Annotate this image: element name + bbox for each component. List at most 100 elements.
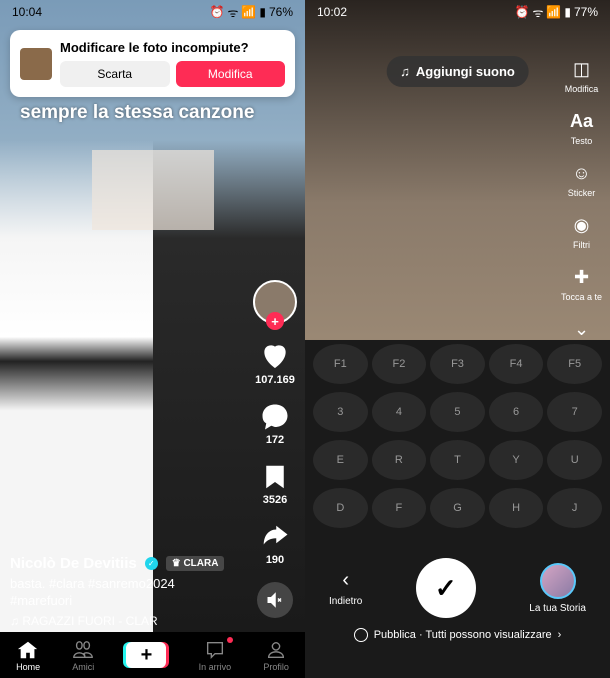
key: E xyxy=(313,440,368,480)
mute-button[interactable] xyxy=(257,582,293,618)
comment-count: 172 xyxy=(266,434,284,446)
bookmark-button[interactable]: 3526 xyxy=(260,462,290,506)
nav-profile-label: Profilo xyxy=(263,662,289,672)
avatar-icon: + xyxy=(253,280,297,324)
battery-icon: ▮ xyxy=(564,5,571,19)
wifi-icon: ᯤ xyxy=(532,4,543,21)
alarm-icon: ⏰ xyxy=(514,5,529,19)
yourturn-icon: ✚ xyxy=(568,264,594,290)
tool-more[interactable]: ⌄ xyxy=(568,316,594,342)
signal-icon: 📶 xyxy=(241,5,256,19)
editor-tools: ◫ Modifica Aa Testo ☺ Sticker ◉ Filtri ✚… xyxy=(561,56,602,342)
action-rail: + 107.169 172 3526 190 xyxy=(253,280,297,618)
check-icon: ✓ xyxy=(435,573,457,604)
key: T xyxy=(430,440,485,480)
battery-pct: 76% xyxy=(269,5,293,19)
nav-friends-label: Amici xyxy=(72,662,94,672)
nav-profile[interactable]: Profilo xyxy=(263,639,289,672)
nav-home[interactable]: Home xyxy=(16,639,40,672)
tool-text[interactable]: Aa Testo xyxy=(568,108,594,146)
key: F1 xyxy=(313,344,368,384)
status-bar: 10:04 ⏰ ᯤ 📶 ▮ 76% xyxy=(0,0,305,24)
like-button[interactable]: 107.169 xyxy=(255,340,295,386)
music-note-icon: ♫ xyxy=(400,64,410,79)
comment-icon xyxy=(260,402,290,432)
chevron-right-icon: › xyxy=(558,629,562,641)
add-sound-button[interactable]: ♫ Aggiungi suono xyxy=(386,56,529,87)
status-icons: ⏰ ᯤ 📶 ▮ 77% xyxy=(514,4,598,21)
sticker-icon: ☺ xyxy=(568,160,594,186)
publish-privacy-row[interactable]: Pubblica · Tutti possono visualizzare › xyxy=(305,628,610,642)
bookmark-icon xyxy=(260,462,290,492)
heart-icon xyxy=(259,340,291,372)
key: R xyxy=(372,440,427,480)
follow-plus-icon[interactable]: + xyxy=(266,312,284,330)
create-button[interactable]: + xyxy=(126,642,166,668)
nav-inbox[interactable]: In arrivo xyxy=(199,639,232,672)
video-info: Nicolò De Devitiis ✓ ♛ CLARA basta. #cla… xyxy=(10,555,235,628)
chevron-down-icon: ⌄ xyxy=(568,316,594,342)
music-label: ♫ RAGAZZI FUORI - CLAR xyxy=(10,614,158,628)
alarm-icon: ⏰ xyxy=(209,5,224,19)
back-button[interactable]: ‹ Indietro xyxy=(329,569,362,607)
verified-icon: ✓ xyxy=(145,557,158,570)
share-count: 190 xyxy=(266,554,284,566)
video-caption[interactable]: basta. #clara #sanremo2024 #marefuori xyxy=(10,576,235,610)
key: F4 xyxy=(489,344,544,384)
nav-friends[interactable]: Amici xyxy=(72,639,94,672)
tool-filters-label: Filtri xyxy=(573,240,590,250)
tool-edit[interactable]: ◫ Modifica xyxy=(565,56,599,94)
key: 3 xyxy=(313,392,368,432)
status-time: 10:04 xyxy=(12,5,42,19)
globe-icon xyxy=(354,628,368,642)
popup-title: Modificare le foto incompiute? xyxy=(60,40,285,55)
key: U xyxy=(547,440,602,480)
nav-home-label: Home xyxy=(16,662,40,672)
tool-text-label: Testo xyxy=(571,136,593,146)
home-icon xyxy=(17,639,39,661)
key: F5 xyxy=(547,344,602,384)
nav-inbox-label: In arrivo xyxy=(199,662,232,672)
key: D xyxy=(313,488,368,528)
key: Y xyxy=(489,440,544,480)
tool-sticker[interactable]: ☺ Sticker xyxy=(568,160,596,198)
editor-bottom-controls: ‹ Indietro ✓ La tua Storia xyxy=(305,558,610,618)
key: F xyxy=(372,488,427,528)
author-tag[interactable]: ♛ CLARA xyxy=(166,556,225,571)
key: H xyxy=(489,488,544,528)
notification-dot xyxy=(227,637,233,643)
profile-icon xyxy=(265,639,287,661)
share-button[interactable]: 190 xyxy=(260,522,290,566)
confirm-button[interactable]: ✓ xyxy=(416,558,476,618)
phone-left-tiktok: 10:04 ⏰ ᯤ 📶 ▮ 76% Modificare le foto inc… xyxy=(0,0,305,678)
bookmark-count: 3526 xyxy=(263,494,287,506)
author-avatar-button[interactable]: + xyxy=(253,280,297,324)
story-label: La tua Storia xyxy=(529,603,586,614)
author-name[interactable]: Nicolò De Devitiis xyxy=(10,555,137,572)
music-row[interactable]: ♫ RAGAZZI FUORI - CLAR xyxy=(10,614,235,628)
battery-pct: 77% xyxy=(574,5,598,19)
status-icons: ⏰ ᯤ 📶 ▮ 76% xyxy=(209,4,293,21)
edit-button[interactable]: Modifica xyxy=(176,61,286,87)
tool-yourturn-label: Tocca a te xyxy=(561,292,602,302)
background-building xyxy=(92,150,214,230)
popup-thumbnail xyxy=(20,48,52,80)
tool-filters[interactable]: ◉ Filtri xyxy=(568,212,594,250)
plus-icon: + xyxy=(141,644,153,667)
key: 6 xyxy=(489,392,544,432)
key: G xyxy=(430,488,485,528)
key: 4 xyxy=(372,392,427,432)
key: J xyxy=(547,488,602,528)
your-story-button[interactable]: La tua Storia xyxy=(529,563,586,614)
edit-photo-popup: Modificare le foto incompiute? Scarta Mo… xyxy=(10,30,295,97)
discard-button[interactable]: Scarta xyxy=(60,61,170,87)
add-sound-label: Aggiungi suono xyxy=(416,64,515,79)
tool-yourturn[interactable]: ✚ Tocca a te xyxy=(561,264,602,302)
comment-button[interactable]: 172 xyxy=(260,402,290,446)
key: 5 xyxy=(430,392,485,432)
like-count: 107.169 xyxy=(255,374,295,386)
bottom-nav: Home Amici + In arrivo Profilo xyxy=(0,632,305,678)
publish-label: Pubblica · Tutti possono visualizzare xyxy=(374,629,552,641)
key: F2 xyxy=(372,344,427,384)
text-icon: Aa xyxy=(568,108,594,134)
